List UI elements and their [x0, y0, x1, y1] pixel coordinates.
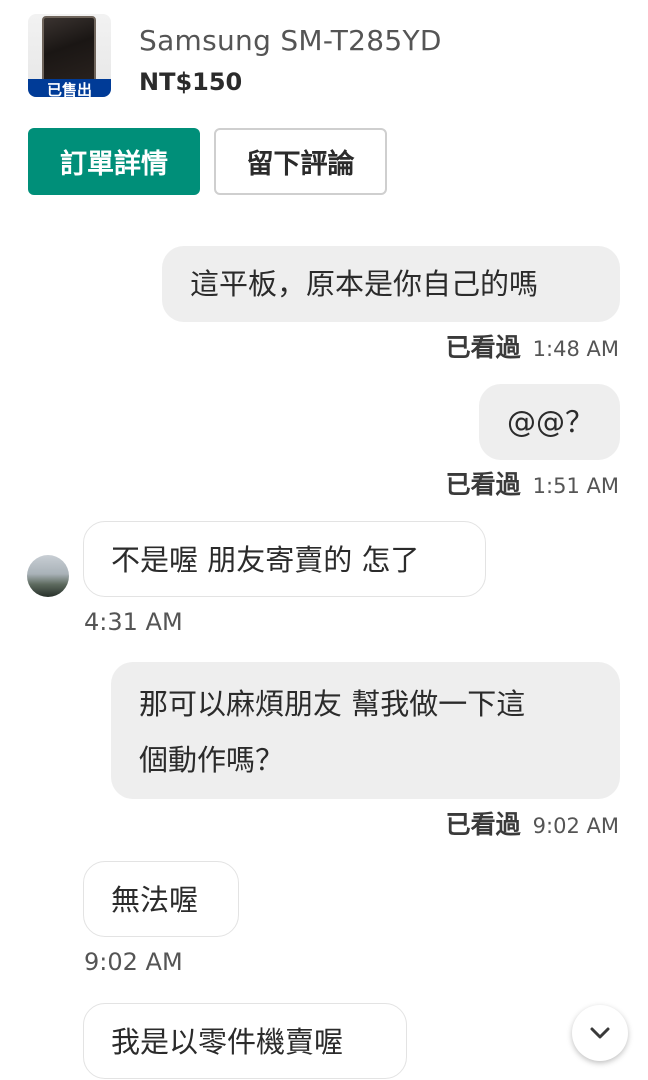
listing-price: NT$150	[139, 68, 243, 96]
scroll-to-bottom-button[interactable]	[572, 1005, 628, 1061]
message-meta: 已看過 1:51 AM	[446, 465, 619, 501]
seen-status: 已看過	[445, 810, 521, 839]
message-meta: 已看過 1:48 AM	[446, 328, 619, 364]
order-details-button[interactable]: 訂單詳情	[28, 128, 200, 195]
message-bubble[interactable]: @@？	[479, 384, 620, 460]
seen-status: 已看過	[445, 333, 521, 362]
listing-header[interactable]: 已售出 Samsung SM-T285YD NT$150	[28, 14, 628, 98]
message-time: 1:48 AM	[532, 337, 619, 361]
message-time: 4:31 AM	[84, 608, 183, 636]
seen-status: 已看過	[445, 470, 521, 499]
message-bubble[interactable]: 無法喔	[83, 861, 239, 937]
leave-review-button[interactable]: 留下評論	[214, 128, 387, 195]
message-text: @@？	[507, 405, 595, 439]
message-bubble[interactable]: 不是喔 朋友寄賣的 怎了	[83, 521, 486, 597]
message-bubble[interactable]: 那可以麻煩朋友 幫我做一下這 個動作嗎？	[111, 662, 620, 799]
listing-thumbnail[interactable]: 已售出	[28, 14, 111, 97]
message-text: 我是以零件機賣喔	[111, 1025, 344, 1059]
listing-title[interactable]: Samsung SM-T285YD	[139, 24, 442, 57]
message-text: 不是喔 朋友寄賣的 怎了	[111, 543, 420, 577]
chevron-down-icon	[590, 1027, 610, 1039]
message-text: 那可以麻煩朋友 幫我做一下這	[139, 687, 526, 721]
avatar[interactable]	[27, 555, 69, 597]
sold-badge: 已售出	[28, 79, 111, 97]
message-bubble[interactable]: 我是以零件機賣喔	[83, 1003, 407, 1079]
message-bubble[interactable]: 這平板，原本是你自己的嗎	[162, 246, 620, 322]
message-meta: 已看過 9:02 AM	[446, 805, 619, 841]
message-time: 9:02 AM	[532, 814, 619, 838]
message-time: 1:51 AM	[532, 474, 619, 498]
message-text: 這平板，原本是你自己的嗎	[190, 267, 539, 301]
message-text: 無法喔	[111, 883, 199, 917]
message-text: 個動作嗎？	[139, 743, 285, 777]
message-time: 9:02 AM	[84, 948, 183, 976]
